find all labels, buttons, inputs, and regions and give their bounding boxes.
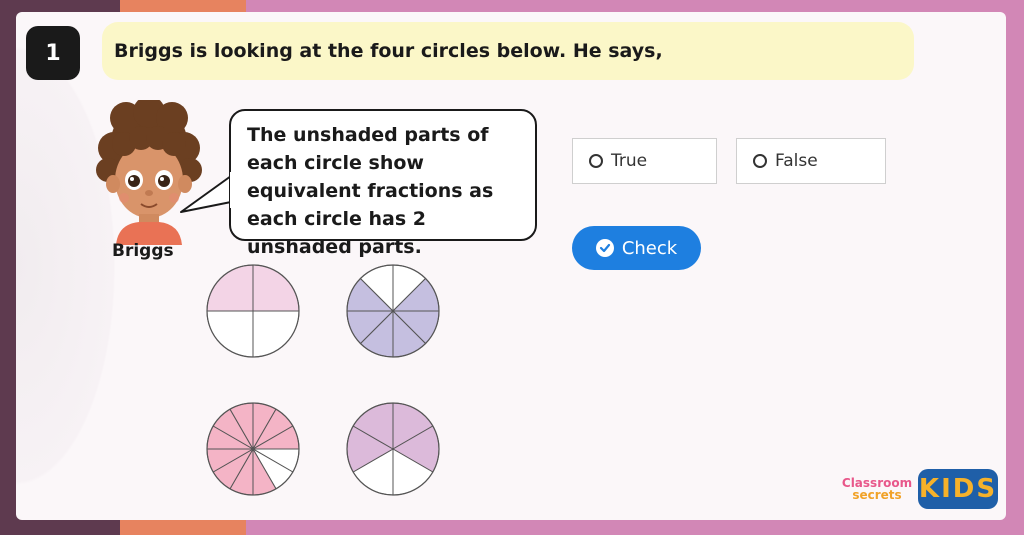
true-label: True (611, 151, 648, 171)
radio-icon[interactable] (753, 154, 767, 168)
speech-text: The unshaded parts of each circle show e… (247, 124, 494, 258)
checkmark-icon (595, 239, 614, 257)
classroom-secrets-logo: Classroom secrets (841, 477, 913, 505)
speech-bubble: The unshaded parts of each circle show e… (229, 109, 537, 258)
true-option[interactable]: True (572, 138, 717, 184)
bubble-tail-cover (230, 172, 236, 208)
check-button[interactable]: Check (572, 226, 701, 270)
question-text: Briggs is looking at the four circles be… (102, 22, 914, 80)
false-label: False (775, 151, 818, 171)
question-number: 1 (26, 26, 80, 80)
unshaded-sector (206, 310, 254, 358)
check-label: Check (621, 237, 678, 259)
shaded-sector (252, 264, 300, 312)
circle-eighths (346, 264, 440, 358)
character-name: Briggs (112, 241, 174, 261)
panel-decoration (16, 12, 131, 520)
logo-line2: secrets (852, 488, 902, 502)
question-label: Briggs is looking at the four circles be… (114, 40, 663, 62)
circle-quarters (206, 264, 300, 358)
shaded-sector (206, 264, 254, 312)
false-option[interactable]: False (736, 138, 886, 184)
radio-icon[interactable] (589, 154, 603, 168)
question-panel: 1 Briggs is looking at the four circles … (16, 12, 1006, 520)
unshaded-sector (252, 310, 300, 358)
circle-sixths (346, 402, 440, 496)
circle-twelfths (206, 402, 300, 496)
kids-logo: KIDS (918, 469, 998, 509)
